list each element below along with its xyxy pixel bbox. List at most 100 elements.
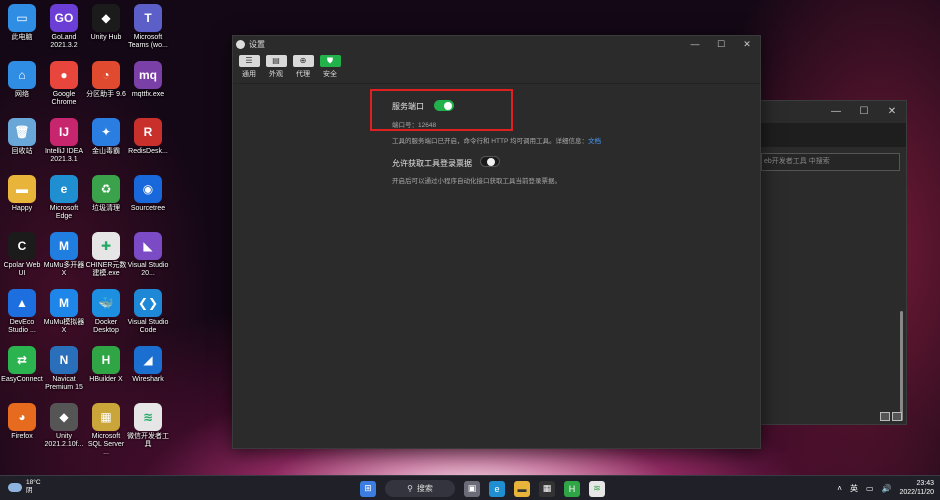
allow-login-ticket-toggle[interactable]: [480, 156, 500, 167]
minimize-button[interactable]: —: [682, 39, 708, 49]
desktop-shortcut[interactable]: ⌂ 网络: [0, 61, 44, 99]
desktop-shortcut[interactable]: ▬ Happy: [0, 175, 44, 213]
desktop-shortcut[interactable]: N Navicat Premium 15: [42, 346, 86, 392]
wireshark-icon: ◢: [134, 346, 162, 374]
vscode-icon: ❮❯: [134, 289, 162, 317]
desktop-shortcut[interactable]: ❮❯ Visual Studio Code: [126, 289, 170, 335]
desktop-shortcut[interactable]: ◔ 分区助手 9.6: [84, 61, 128, 99]
file-explorer-icon[interactable]: ▬: [514, 480, 530, 497]
desktop-shortcut[interactable]: T Microsoft Teams (wo...: [126, 4, 170, 50]
volume-icon[interactable]: 🔊: [882, 484, 892, 493]
intellij-icon: IJ: [50, 118, 78, 146]
doc-link[interactable]: 文档: [588, 138, 601, 145]
desktop-shortcut[interactable]: ◆ Unity 2021.2.10f...: [42, 403, 86, 449]
desktop-shortcut[interactable]: ● Google Chrome: [42, 61, 86, 107]
tab-appearance[interactable]: ▤ 外观: [264, 55, 288, 83]
service-port-toggle[interactable]: [434, 100, 454, 111]
desktop-shortcut[interactable]: ◢ Wireshark: [126, 346, 170, 384]
port-number: 端口号：12648: [392, 122, 437, 129]
desktop-shortcut[interactable]: ▲ DevEco Studio ...: [0, 289, 44, 335]
desktop-shortcut-label: HBuilder X: [89, 376, 123, 383]
sourcetree-icon: ◉: [134, 175, 162, 203]
tab-security[interactable]: ⛊ 安全: [318, 55, 342, 83]
layout-icon[interactable]: [880, 412, 890, 421]
chevron-up-icon[interactable]: ˄: [837, 484, 842, 493]
desktop-shortcut[interactable]: e Microsoft Edge: [42, 175, 86, 221]
desktop-shortcut[interactable]: M MuMu模拟器X: [42, 289, 86, 335]
close-button[interactable]: ✕: [734, 39, 760, 50]
visual-studio-icon: ◣: [134, 232, 162, 260]
kingsoft-antivirus-icon: ✦: [92, 118, 120, 146]
windows-start-icon[interactable]: ⊞: [360, 480, 376, 497]
layout-toggle[interactable]: [880, 412, 902, 421]
desktop-shortcut[interactable]: ◕ Firefox: [0, 403, 44, 441]
weather-temp: 18°C: [26, 479, 41, 486]
desktop-shortcut[interactable]: ≋ 微信开发者工具: [126, 403, 170, 449]
desktop-shortcut-label: 网络: [15, 91, 29, 98]
security-icon: ⛊: [319, 55, 341, 67]
cloud-icon: [8, 482, 22, 492]
layout-icon[interactable]: [892, 412, 902, 421]
service-port-description-text: 工具的服务端口已开启，命令行和 HTTP 均可调用工具。详细信息：: [392, 138, 588, 145]
desktop-shortcut[interactable]: mq mqttfx.exe: [126, 61, 170, 99]
desktop-shortcut[interactable]: ◆ Unity Hub: [84, 4, 128, 42]
desktop-shortcut-label: Microsoft SQL Server ...: [87, 433, 125, 456]
weather-widget[interactable]: 18°C 阴: [8, 479, 41, 495]
desktop-shortcut[interactable]: ◣ Visual Studio 20...: [126, 232, 170, 278]
desktop-shortcut[interactable]: R RedisDesk...: [126, 118, 170, 156]
taskbar: 18°C 阴 ⊞ ⚲ 搜索 ▣ e ▬ ▦ H ≋ ˄ 英 ▭ 🔊 23:43 …: [0, 475, 940, 500]
tab-general[interactable]: ☰ 通用: [237, 55, 261, 83]
desktop-shortcut[interactable]: GO GoLand 2021.3.2: [42, 4, 86, 50]
settings-window[interactable]: 设置 — ☐ ✕ ☰ 通用 ▤ 外观 ⊕ 代理 ⛊ 安全 服务端口 端口号：12648 工具的…: [232, 35, 761, 449]
desktop-shortcut[interactable]: H HBuilder X: [84, 346, 128, 384]
desktop-shortcut-label: 金山毒霸: [92, 148, 120, 155]
scrollbar[interactable]: [900, 311, 903, 421]
task-view-icon[interactable]: ▣: [464, 480, 480, 497]
settings-titlebar: 设置 — ☐ ✕: [233, 36, 760, 52]
chiner-icon: ✚: [92, 232, 120, 260]
edge-icon[interactable]: e: [489, 480, 505, 497]
desktop-shortcut[interactable]: ▭ 此电脑: [0, 4, 44, 42]
desktop-shortcut[interactable]: ✦ 金山毒霸: [84, 118, 128, 156]
taskbar-apps: ⊞ ⚲ 搜索 ▣ e ▬ ▦ H ≋: [360, 480, 605, 497]
ime-indicator[interactable]: 英: [850, 483, 858, 494]
computer-icon: ▭: [8, 4, 36, 32]
desktop-shortcut[interactable]: ⇄ EasyConnect: [0, 346, 44, 384]
desktop-shortcut[interactable]: ▦ Microsoft SQL Server ...: [84, 403, 128, 457]
search-input[interactable]: eb开发者工具 中搜索: [761, 153, 900, 171]
desktop-shortcut-label: Cpolar Web UI: [3, 262, 41, 277]
store-icon[interactable]: ▦: [539, 480, 555, 497]
hbuilder-icon[interactable]: H: [564, 480, 580, 497]
desktop-shortcut-label: Visual Studio 20...: [127, 262, 169, 277]
wechat-devtools-icon[interactable]: ≋: [589, 480, 605, 497]
desktop-shortcut[interactable]: 🗑 回收站: [0, 118, 44, 156]
clock[interactable]: 23:43 2022/11/20: [899, 479, 934, 497]
wechat-app-icon: [236, 39, 245, 49]
desktop-shortcut-label: Wireshark: [132, 376, 164, 383]
close-button[interactable]: ✕: [878, 101, 906, 123]
desktop-shortcut[interactable]: M MuMu多开器X: [42, 232, 86, 278]
network-icon[interactable]: ▭: [866, 484, 874, 493]
tab-proxy[interactable]: ⊕ 代理: [291, 55, 315, 83]
maximize-button[interactable]: ☐: [708, 39, 734, 50]
allow-login-ticket-title: 允许获取工具登录票据: [392, 159, 472, 168]
maximize-button[interactable]: ☐: [850, 101, 878, 123]
background-devtools-window[interactable]: — ☐ ✕ eb开发者工具 中搜索: [760, 100, 907, 425]
desktop-shortcut[interactable]: ◉ Sourcetree: [126, 175, 170, 213]
desktop-shortcut[interactable]: C Cpolar Web UI: [0, 232, 44, 278]
appearance-icon: ▤: [265, 55, 287, 67]
desktop-shortcut-label: RedisDesk...: [128, 148, 168, 155]
teams-icon: T: [134, 4, 162, 32]
wechat-devtools-icon: ≋: [134, 403, 162, 431]
hbuilder-icon: H: [92, 346, 120, 374]
edge-icon: e: [50, 175, 78, 203]
taskbar-search[interactable]: ⚲ 搜索: [385, 480, 455, 497]
mumu-emulator-icon: M: [50, 289, 78, 317]
desktop-shortcut[interactable]: 🐳 Docker Desktop: [84, 289, 128, 335]
desktop-shortcut-label: Microsoft Teams (wo...: [128, 34, 168, 49]
general-icon: ☰: [238, 55, 260, 67]
desktop-shortcut[interactable]: IJ IntelliJ IDEA 2021.3.1: [42, 118, 86, 164]
desktop-shortcut[interactable]: ✚ CHINER元数建模.exe: [84, 232, 128, 278]
minimize-button[interactable]: —: [822, 101, 850, 123]
desktop-shortcut[interactable]: ♻ 垃圾清理: [84, 175, 128, 213]
